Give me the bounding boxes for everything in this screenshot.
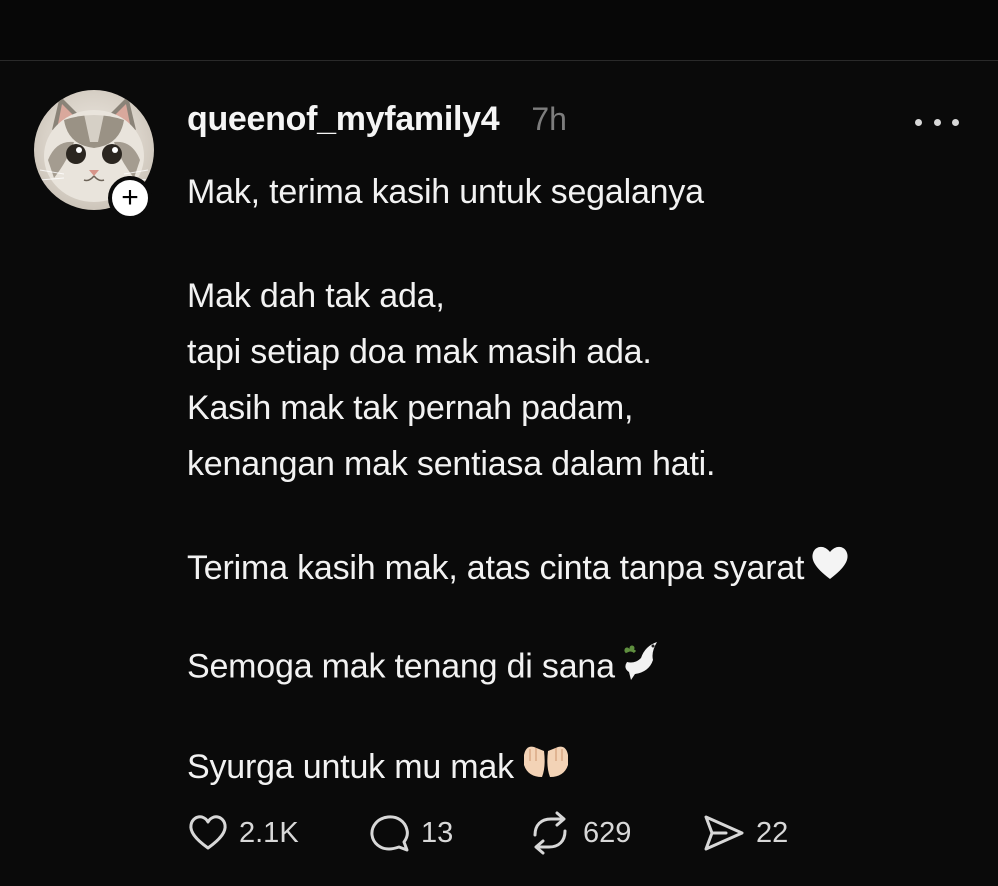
dot xyxy=(915,118,922,126)
reply-count: 13 xyxy=(421,816,454,849)
post-header: queenof_myfamily4 7h xyxy=(187,100,567,144)
post-line-peace: Semoga mak tenang di sana xyxy=(187,638,967,699)
repost-button[interactable]: 629 xyxy=(527,808,631,858)
post-line: Kasih mak tak pernah padam, xyxy=(187,389,634,427)
thanks-text: Terima kasih mak, atas cinta tanpa syara… xyxy=(187,549,805,587)
action-bar: 2.1K 13 629 22 xyxy=(187,808,827,858)
post-line: kenangan mak sentiasa dalam hati. xyxy=(187,445,716,483)
comment-icon xyxy=(370,815,409,852)
post-line: Mak dah tak ada, xyxy=(187,277,445,315)
white-heart-icon xyxy=(810,542,850,598)
heart-icon xyxy=(189,815,227,850)
share-count: 22 xyxy=(756,816,789,849)
dove-icon xyxy=(621,638,665,699)
palms-up-together-icon xyxy=(520,741,572,798)
repost-count: 629 xyxy=(583,816,632,849)
post-line-heaven: Syurga untuk mu mak xyxy=(187,739,967,798)
follow-button[interactable]: + xyxy=(108,176,152,220)
post-body: Mak, terima kasih untuk segalanya Mak da… xyxy=(187,164,967,798)
like-count: 2.1K xyxy=(239,816,299,849)
post-line: tapi setiap doa mak masih ada. xyxy=(187,333,652,371)
dot xyxy=(952,118,959,126)
username-link[interactable]: queenof_myfamily4 xyxy=(187,100,500,139)
dot xyxy=(933,118,941,126)
heaven-text: Syurga untuk mu mak xyxy=(187,748,514,787)
post-line-thanks: Terima kasih mak, atas cinta tanpa syara… xyxy=(187,540,967,598)
send-icon xyxy=(704,815,744,851)
repost-icon xyxy=(533,811,567,855)
top-bar xyxy=(0,0,998,61)
share-button[interactable]: 22 xyxy=(702,808,788,858)
more-options-icon[interactable] xyxy=(915,112,959,132)
post-timestamp: 7h xyxy=(531,101,567,137)
peace-text: Semoga mak tenang di sana xyxy=(187,647,615,686)
like-button[interactable]: 2.1K xyxy=(187,808,299,858)
post-title: Mak, terima kasih untuk segalanya xyxy=(187,173,704,211)
post-page: + queenof_myfamily4 7h Mak, terima kasih… xyxy=(0,0,998,886)
reply-button[interactable]: 13 xyxy=(367,808,453,858)
plus-icon: + xyxy=(121,181,139,214)
